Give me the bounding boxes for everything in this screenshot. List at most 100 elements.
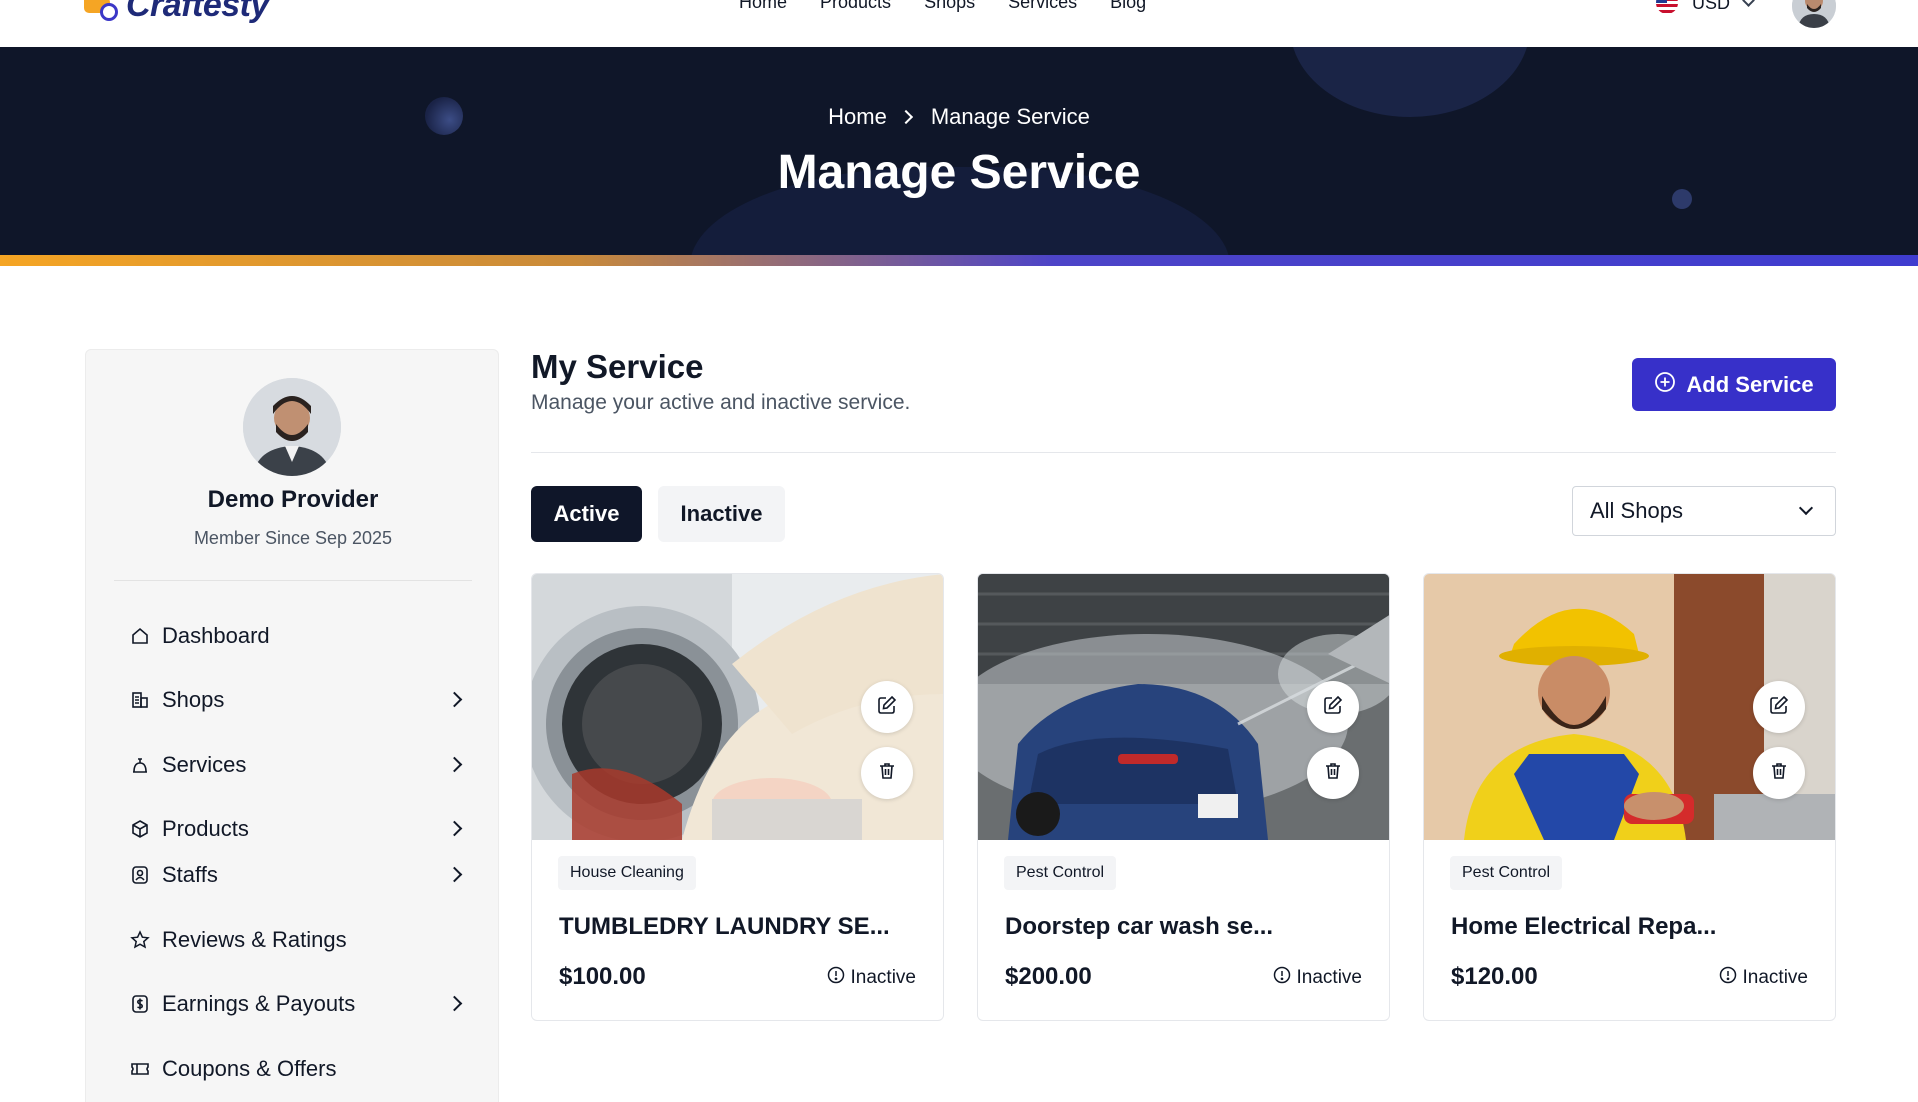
service-title[interactable]: Doorstep car wash se... [1005, 913, 1273, 941]
info-icon [827, 966, 845, 990]
category-badge: House Cleaning [558, 856, 696, 890]
hero-gradient-bar [0, 255, 1918, 266]
sidebar-item-label: Dashboard [162, 623, 270, 648]
service-card[interactable]: Pest Control Home Electrical Repa... $12… [1423, 573, 1836, 1021]
nav-link-services[interactable]: Services [1008, 0, 1077, 13]
profile-avatar [243, 378, 341, 476]
chevron-right-icon [446, 866, 463, 883]
tab-inactive[interactable]: Inactive [658, 486, 785, 542]
section-subtitle: Manage your active and inactive service. [531, 391, 911, 414]
brand-logo[interactable]: Craftesty [84, 0, 269, 25]
edit-button[interactable] [861, 681, 913, 733]
sidebar-item-label: Coupons & Offers [162, 1056, 337, 1081]
sidebar-item-products[interactable]: Products [130, 814, 463, 844]
brand-name: Craftesty [126, 0, 269, 24]
chevron-down-icon [1742, 0, 1755, 7]
status-badge: Inactive [1719, 966, 1808, 990]
nav-link-shops[interactable]: Shops [924, 0, 975, 13]
service-title[interactable]: Home Electrical Repa... [1451, 913, 1716, 941]
shop-filter-value: All Shops [1590, 498, 1683, 523]
chevron-right-icon [446, 756, 463, 773]
delete-button[interactable] [861, 747, 913, 799]
main-nav: Home Products Shops Services Blog [739, 0, 1179, 13]
sidebar-item-coupons[interactable]: Coupons & Offers [130, 1054, 460, 1084]
info-icon [1719, 966, 1737, 990]
service-price: $200.00 [1005, 963, 1092, 990]
edit-button[interactable] [1753, 681, 1805, 733]
trash-icon [1323, 761, 1343, 786]
currency-selector[interactable]: USD [1656, 0, 1755, 14]
sidebar-item-label: Services [162, 752, 247, 777]
trash-icon [1769, 761, 1789, 786]
status-label: Inactive [850, 967, 916, 988]
chevron-right-icon [446, 995, 463, 1012]
shop-icon [130, 690, 150, 710]
status-label: Inactive [1742, 967, 1808, 988]
info-icon [1273, 966, 1291, 990]
sidebar-item-label: Products [162, 816, 249, 841]
staff-icon [130, 865, 150, 885]
edit-icon [876, 694, 898, 721]
nav-link-home[interactable]: Home [739, 0, 787, 13]
sidebar-item-label: Reviews & Ratings [162, 927, 347, 952]
edit-icon [1768, 694, 1790, 721]
sidebar-divider [114, 580, 472, 581]
plus-circle-icon [1654, 371, 1676, 399]
status-label: Inactive [1296, 967, 1362, 988]
dollar-icon [130, 994, 150, 1014]
page-title: Manage Service [777, 146, 1141, 199]
service-price: $120.00 [1451, 963, 1538, 990]
star-icon [130, 930, 150, 950]
trash-icon [877, 761, 897, 786]
category-badge: Pest Control [1004, 856, 1117, 890]
section-title: My Service [531, 348, 704, 385]
status-badge: Inactive [827, 966, 916, 990]
category-badge: Pest Control [1450, 856, 1563, 890]
ticket-icon [130, 1059, 150, 1079]
sidebar-item-label: Earnings & Payouts [162, 991, 356, 1016]
section-divider [531, 452, 1836, 453]
delete-button[interactable] [1307, 747, 1359, 799]
page-hero: Home Manage Service Manage Service [0, 47, 1918, 255]
chevron-right-icon [898, 109, 913, 125]
sidebar-item-reviews[interactable]: Reviews & Ratings [130, 925, 460, 955]
delete-button[interactable] [1753, 747, 1805, 799]
member-since: Member Since Sep 2025 [193, 528, 393, 548]
sidebar-item-label: Staffs [162, 862, 218, 887]
status-badge: Inactive [1273, 966, 1362, 990]
service-title[interactable]: TUMBLEDRY LAUNDRY SE... [559, 913, 890, 941]
add-service-label: Add Service [1686, 371, 1814, 397]
sidebar-item-shops[interactable]: Shops [130, 685, 463, 715]
logo-icon [84, 0, 122, 25]
us-flag-icon [1656, 0, 1678, 14]
breadcrumb-home[interactable]: Home [828, 104, 887, 129]
nav-link-blog[interactable]: Blog [1110, 0, 1146, 13]
sidebar-item-services[interactable]: Services [130, 750, 463, 780]
box-icon [130, 819, 150, 839]
sidebar-item-label: Shops [162, 687, 225, 712]
service-card[interactable]: Pest Control Doorstep car wash se... $20… [977, 573, 1390, 1021]
chevron-right-icon [446, 820, 463, 837]
shop-filter-select[interactable]: All Shops [1572, 486, 1836, 536]
add-service-button[interactable]: Add Service [1632, 358, 1836, 411]
top-navbar: Craftesty Home Products Shops Services B… [0, 0, 1918, 47]
tab-active[interactable]: Active [531, 486, 642, 542]
chevron-right-icon [446, 691, 463, 708]
provider-sidebar: Demo Provider Member Since Sep 2025 Dash… [85, 349, 499, 1102]
user-avatar[interactable] [1792, 0, 1836, 28]
edit-button[interactable] [1307, 681, 1359, 733]
provider-name: Demo Provider [207, 486, 379, 513]
chevron-down-icon [1798, 500, 1814, 516]
nav-link-products[interactable]: Products [820, 0, 891, 13]
service-price: $100.00 [559, 963, 646, 990]
breadcrumb: Home Manage Service [0, 104, 1918, 130]
home-icon [130, 626, 150, 646]
currency-label: USD [1692, 0, 1731, 13]
services-icon [130, 755, 150, 775]
sidebar-item-dashboard[interactable]: Dashboard [130, 621, 460, 651]
service-card[interactable]: House Cleaning TUMBLEDRY LAUNDRY SE... $… [531, 573, 944, 1021]
breadcrumb-current: Manage Service [930, 104, 1090, 129]
sidebar-item-staffs[interactable]: Staffs [130, 860, 463, 890]
sidebar-item-earnings[interactable]: Earnings & Payouts [130, 989, 463, 1019]
edit-icon [1322, 694, 1344, 721]
